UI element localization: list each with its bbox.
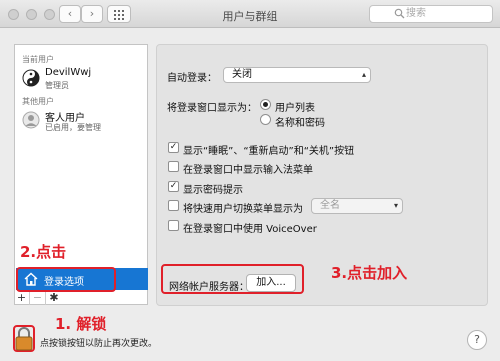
- fast-user-switch-value: 全名: [320, 200, 340, 211]
- annotation-step3: 3.点击加入: [331, 264, 408, 282]
- checkbox-show-buttons-label: 显示“睡眠”、“重新启动”和“关机”按钮: [183, 146, 355, 157]
- checkbox-voiceover-label: 在登录窗口中使用 VoiceOver: [183, 224, 317, 235]
- auto-login-select[interactable]: 关闭 ▴: [223, 67, 371, 83]
- checkbox-input-menu-label: 在登录窗口中显示输入法菜单: [183, 165, 313, 176]
- checkbox-fast-user-switch-label: 将快速用户切换菜单显示为: [183, 204, 303, 215]
- updown-arrow-icon: ▴: [361, 70, 366, 79]
- user-item-current[interactable]: DevilWwj 管理员: [15, 65, 147, 95]
- help-button[interactable]: ?: [467, 330, 487, 350]
- search-placeholder: 搜索: [406, 8, 426, 19]
- auto-login-value: 关闭: [232, 69, 252, 80]
- annotation-box-login-options: [16, 267, 116, 292]
- lock-icon[interactable]: [13, 326, 35, 352]
- gear-icon[interactable]: ✱: [46, 291, 62, 305]
- guest-avatar-icon: [22, 111, 40, 129]
- login-window-label: 将登录窗口显示为：: [167, 103, 257, 114]
- annotation-step1: 1. 解锁: [55, 315, 107, 333]
- guest-user-status: 已启用，要管理: [45, 123, 101, 132]
- annotation-box-join: [161, 264, 304, 294]
- user-item-guest[interactable]: 客人用户 已启用，要管理: [15, 107, 147, 137]
- current-user-name: DevilWwj: [45, 67, 92, 78]
- search-input[interactable]: 搜索: [369, 5, 493, 23]
- updown-arrow-icon: ▾: [393, 201, 398, 210]
- current-user-role: 管理员: [45, 81, 69, 90]
- search-icon: [394, 8, 405, 25]
- radio-name-password-label: 名称和密码: [275, 118, 325, 129]
- checkbox-password-hints[interactable]: ✓: [168, 181, 179, 192]
- annotation-step2: 2.点击: [20, 243, 67, 261]
- yin-yang-avatar-icon: [22, 69, 40, 87]
- checkbox-fast-user-switch[interactable]: [168, 200, 179, 211]
- checkbox-input-menu[interactable]: [168, 161, 179, 172]
- fast-user-switch-select[interactable]: 全名 ▾: [311, 198, 403, 214]
- lock-message: 点按锁按钮以防止再次更改。: [40, 339, 158, 349]
- sidebar-toolbar: + − ✱: [14, 291, 64, 305]
- current-users-header: 当前用户: [22, 55, 54, 64]
- radio-user-list[interactable]: [260, 99, 271, 110]
- user-list-sidebar: 当前用户 DevilWwj 管理员 其他用户 客人用户 已启用，要管理 登录选项: [14, 44, 148, 305]
- checkbox-show-buttons[interactable]: ✓: [168, 142, 179, 153]
- checkbox-voiceover[interactable]: [168, 220, 179, 231]
- remove-user-button[interactable]: −: [30, 291, 46, 305]
- radio-name-password[interactable]: [260, 114, 271, 125]
- title-bar: ‹ › 用户与群组 搜索: [0, 0, 500, 28]
- radio-user-list-label: 用户列表: [275, 103, 315, 114]
- other-users-header: 其他用户: [22, 97, 54, 106]
- add-user-button[interactable]: +: [14, 291, 30, 305]
- checkbox-password-hints-label: 显示密码提示: [183, 185, 243, 196]
- auto-login-label: 自动登录：: [167, 73, 217, 84]
